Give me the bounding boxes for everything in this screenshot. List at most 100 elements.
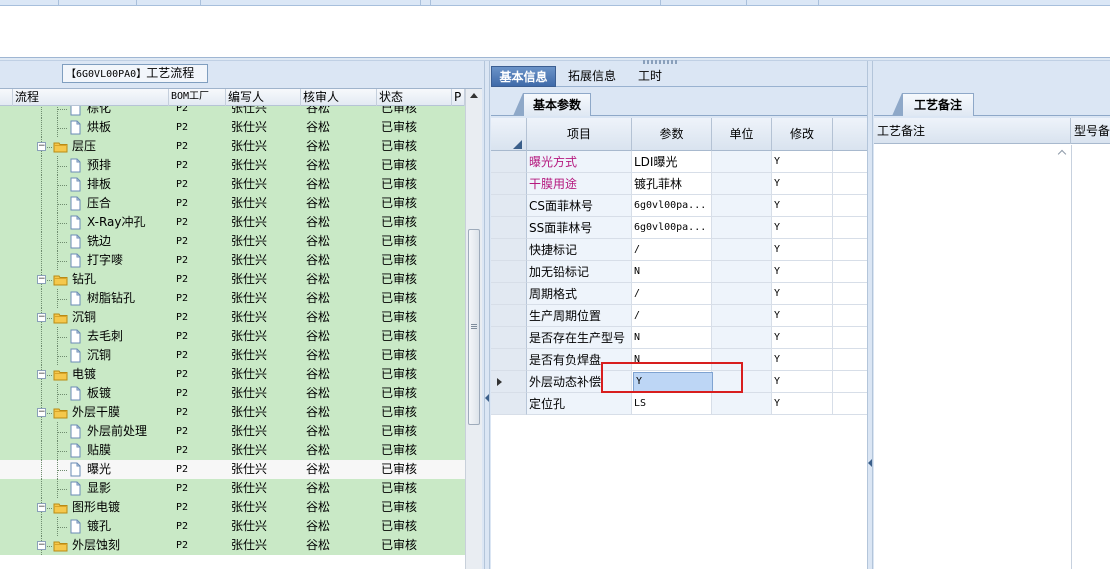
subtab-basic-params[interactable]: 基本参数 bbox=[523, 93, 591, 116]
param-modify-cell[interactable]: Y bbox=[772, 261, 833, 283]
tree-row[interactable]: 树脂钻孔 P2 张仕兴 谷松 已审核 bbox=[0, 289, 465, 308]
tree-expander-icon[interactable]: − bbox=[37, 503, 46, 512]
param-row[interactable]: 快捷标记 / Y bbox=[491, 239, 868, 261]
row-indicator[interactable] bbox=[491, 371, 527, 393]
tree-node-name[interactable]: 钻孔 bbox=[72, 270, 169, 289]
param-modify-cell[interactable]: Y bbox=[772, 327, 833, 349]
param-row[interactable]: 定位孔 LS Y bbox=[491, 393, 868, 415]
param-value-cell[interactable]: / bbox=[632, 239, 712, 261]
tree-node-name[interactable]: 树脂钻孔 bbox=[87, 289, 169, 308]
tree-row[interactable]: 预排 P2 张仕兴 谷松 已审核 bbox=[0, 156, 465, 175]
tree-row[interactable]: 烘板 P2 张仕兴 谷松 已审核 bbox=[0, 118, 465, 137]
param-unit-cell[interactable] bbox=[712, 393, 772, 415]
tree-row[interactable]: 排板 P2 张仕兴 谷松 已审核 bbox=[0, 175, 465, 194]
row-indicator[interactable] bbox=[491, 151, 527, 173]
tree-row[interactable]: − 外层干膜 P2 张仕兴 谷松 已审核 bbox=[0, 403, 465, 422]
tree-expander-icon[interactable]: − bbox=[37, 142, 46, 151]
param-value-cell[interactable]: LDI曝光 bbox=[632, 151, 712, 173]
col-header-p[interactable]: P bbox=[452, 89, 465, 106]
tree-node-name[interactable]: 板镀 bbox=[87, 384, 169, 403]
tree-row-selected[interactable]: 曝光 P2 张仕兴 谷松 已审核 bbox=[0, 460, 465, 479]
tree-row[interactable]: X-Ray冲孔 P2 张仕兴 谷松 已审核 bbox=[0, 213, 465, 232]
tree-node-name[interactable]: 外层干膜 bbox=[72, 403, 169, 422]
tree-expander-icon[interactable]: − bbox=[37, 275, 46, 284]
col-header-item[interactable]: 项目 bbox=[527, 118, 632, 151]
tree-node-name[interactable]: 外层前处理 bbox=[87, 422, 169, 441]
tree-node-name[interactable]: 贴膜 bbox=[87, 441, 169, 460]
tree-row[interactable]: 沉铜 P2 张仕兴 谷松 已审核 bbox=[0, 346, 465, 365]
tree-row[interactable]: 棕化 P2 张仕兴 谷松 已审核 bbox=[0, 106, 465, 118]
row-indicator[interactable] bbox=[491, 217, 527, 239]
row-indicator[interactable] bbox=[491, 327, 527, 349]
param-row[interactable]: 是否存在生产型号 N Y bbox=[491, 327, 868, 349]
tree-node-name[interactable]: 显影 bbox=[87, 479, 169, 498]
tree-row[interactable]: 压合 P2 张仕兴 谷松 已审核 bbox=[0, 194, 465, 213]
param-unit-cell[interactable] bbox=[712, 283, 772, 305]
col-header-reviewer[interactable]: 核审人 bbox=[301, 89, 377, 106]
tree-node-name[interactable]: 预排 bbox=[87, 156, 169, 175]
row-indicator[interactable] bbox=[491, 305, 527, 327]
tree-node-name[interactable]: 棕化 bbox=[87, 106, 169, 118]
scroll-thumb[interactable] bbox=[468, 229, 480, 425]
param-unit-cell[interactable] bbox=[712, 327, 772, 349]
param-modify-cell[interactable]: Y bbox=[772, 151, 833, 173]
param-row[interactable]: 生产周期位置 / Y bbox=[491, 305, 868, 327]
tree-row[interactable]: − 钻孔 P2 张仕兴 谷松 已审核 bbox=[0, 270, 465, 289]
param-row[interactable]: 曝光方式 LDI曝光 Y bbox=[491, 151, 868, 173]
param-modify-cell[interactable]: Y bbox=[772, 305, 833, 327]
remark-scrollbar[interactable] bbox=[1054, 145, 1071, 569]
param-unit-cell[interactable] bbox=[712, 195, 772, 217]
tree-node-name[interactable]: 图形电镀 bbox=[72, 498, 169, 517]
param-value-cell[interactable]: 6g0vl00pa... bbox=[632, 217, 712, 239]
param-value-cell[interactable]: N bbox=[632, 261, 712, 283]
tree-node-name[interactable]: X-Ray冲孔 bbox=[87, 213, 169, 232]
param-modify-cell[interactable]: Y bbox=[772, 283, 833, 305]
tree-row[interactable]: 显影 P2 张仕兴 谷松 已审核 bbox=[0, 479, 465, 498]
param-modify-cell[interactable]: Y bbox=[772, 393, 833, 415]
scroll-up-arrow-icon[interactable] bbox=[470, 93, 478, 98]
tree-node-name[interactable]: 压合 bbox=[87, 194, 169, 213]
tab-basic-info[interactable]: 基本信息 bbox=[491, 66, 556, 87]
tree-node-name[interactable]: 沉铜 bbox=[87, 346, 169, 365]
remark-scroll-up-icon[interactable] bbox=[1057, 149, 1067, 159]
param-unit-cell[interactable] bbox=[712, 151, 772, 173]
tree-row[interactable]: 去毛刺 P2 张仕兴 谷松 已审核 bbox=[0, 327, 465, 346]
row-indicator[interactable] bbox=[491, 349, 527, 371]
col-header-param[interactable]: 参数 bbox=[632, 118, 712, 151]
tree-vertical-scrollbar[interactable] bbox=[465, 89, 482, 569]
tree-row[interactable]: 外层前处理 P2 张仕兴 谷松 已审核 bbox=[0, 422, 465, 441]
param-header-corner[interactable] bbox=[491, 118, 527, 151]
param-row[interactable]: CS面菲林号 6g0vl00pa... Y bbox=[491, 195, 868, 217]
collapse-left-arrow-icon[interactable] bbox=[485, 394, 489, 402]
tree-node-name[interactable]: 打字嘜 bbox=[87, 251, 169, 270]
param-value-cell[interactable]: LS bbox=[632, 393, 712, 415]
tree-node-name[interactable]: 排板 bbox=[87, 175, 169, 194]
col-header-model-remark[interactable]: 型号备 bbox=[1071, 118, 1110, 144]
param-unit-cell[interactable] bbox=[712, 239, 772, 261]
tree-node-name[interactable]: 铣边 bbox=[87, 232, 169, 251]
param-modify-cell[interactable]: Y bbox=[772, 217, 833, 239]
tree-node-name[interactable]: 去毛刺 bbox=[87, 327, 169, 346]
tree-row[interactable]: − 沉铜 P2 张仕兴 谷松 已审核 bbox=[0, 308, 465, 327]
param-value-cell[interactable]: / bbox=[632, 305, 712, 327]
col-header-unit[interactable]: 单位 bbox=[712, 118, 772, 151]
row-indicator[interactable] bbox=[491, 393, 527, 415]
param-unit-cell[interactable] bbox=[712, 173, 772, 195]
tree-node-name[interactable]: 镀孔 bbox=[87, 517, 169, 536]
row-indicator[interactable] bbox=[491, 173, 527, 195]
subtab-process-remark[interactable]: 工艺备注 bbox=[902, 93, 974, 116]
col-header-writer[interactable]: 编写人 bbox=[226, 89, 301, 106]
param-unit-cell[interactable] bbox=[712, 217, 772, 239]
param-unit-cell[interactable] bbox=[712, 305, 772, 327]
param-modify-cell[interactable]: Y bbox=[772, 349, 833, 371]
param-unit-cell[interactable] bbox=[712, 261, 772, 283]
tree-node-name[interactable]: 外层蚀刻 bbox=[72, 536, 169, 555]
param-row[interactable]: 干膜用途 镀孔菲林 Y bbox=[491, 173, 868, 195]
tree-node-name[interactable]: 电镀 bbox=[72, 365, 169, 384]
tree-node-name[interactable]: 层压 bbox=[72, 137, 169, 156]
param-value-cell[interactable]: / bbox=[632, 283, 712, 305]
tree-row[interactable]: 镀孔 P2 张仕兴 谷松 已审核 bbox=[0, 517, 465, 536]
param-modify-cell[interactable]: Y bbox=[772, 195, 833, 217]
tab-grip-handle[interactable] bbox=[643, 60, 677, 64]
tree-node-name[interactable]: 曝光 bbox=[87, 460, 169, 479]
